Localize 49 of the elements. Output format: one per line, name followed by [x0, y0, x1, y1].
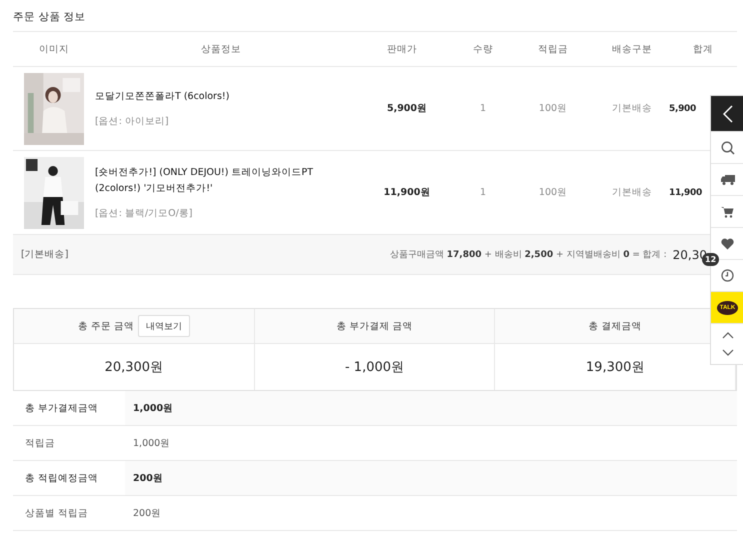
chevron-up-icon	[722, 332, 734, 339]
total-label: 총 결제금액	[588, 320, 642, 332]
points-text: 100원	[538, 102, 568, 115]
detail-value: 200원	[133, 472, 163, 484]
price-breakdown: 상품구매금액 17,800 + 배송비 2,500 + 지역별배송비 0 = 합계 :	[390, 249, 667, 261]
truck-icon	[720, 174, 734, 184]
points-text: 100원	[538, 186, 568, 199]
total-value: 20,300원	[104, 359, 164, 376]
shipping-text: 기본배송	[612, 186, 652, 199]
total-label: 총 주문 금액	[78, 320, 134, 332]
total-value: 19,300원	[586, 359, 644, 376]
total-text: 11,900	[669, 188, 702, 198]
search-icon	[720, 140, 734, 154]
column-header: 판매가	[387, 42, 417, 56]
detail-value: 200원	[133, 506, 162, 520]
product-option: [옵션: 블랙/기모O/롱]	[95, 207, 193, 220]
detail-label: 총 적립예정금액	[25, 472, 98, 484]
chevron-left-icon	[722, 104, 732, 122]
clock-icon	[721, 269, 734, 282]
shipping-text: 기본배송	[612, 102, 652, 115]
collapse-button[interactable]	[711, 96, 743, 132]
quantity-text: 1	[480, 103, 486, 114]
heart-icon	[721, 238, 734, 250]
column-header: 수량	[473, 42, 493, 56]
detail-value: 1,000원	[133, 436, 170, 450]
price-text: 5,900원	[386, 102, 428, 115]
product-name[interactable]: [숏버전추가!] (ONLY DEJOU!) 트레이닝와이드PT (2colors!) '기모버전추가!'	[95, 165, 347, 197]
detail-label: 적립금	[25, 436, 55, 450]
column-header: 적립금	[538, 42, 568, 56]
quantity-text: 1	[480, 187, 486, 198]
section-title: 주문 상품 정보	[13, 0, 737, 32]
detail-label: 상품별 적립금	[25, 506, 88, 520]
chevron-down-icon	[722, 349, 734, 356]
details-button[interactable]: 내역보기	[138, 315, 190, 337]
total-value: - 1,000원	[344, 359, 404, 376]
column-header: 이미지	[39, 42, 69, 56]
column-header: 배송구분	[612, 42, 652, 56]
total-text: 5,900	[669, 104, 696, 114]
detail-value: 1,000원	[133, 402, 174, 414]
product-name[interactable]: 모달기모쫀쫀폴라T (6colors!)	[95, 89, 230, 105]
column-header: 상품정보	[201, 42, 241, 56]
shipping-label: [기본배송]	[21, 248, 68, 261]
product-option: [옵션: 아이보리]	[95, 115, 169, 128]
scroll-down-button[interactable]	[720, 347, 736, 358]
price-text: 11,900원	[384, 186, 430, 199]
column-header: 합계	[692, 42, 713, 56]
detail-label: 총 부가결제금액	[25, 402, 98, 414]
total-label: 총 부가결제 금액	[336, 320, 413, 332]
cart-icon	[721, 206, 734, 218]
